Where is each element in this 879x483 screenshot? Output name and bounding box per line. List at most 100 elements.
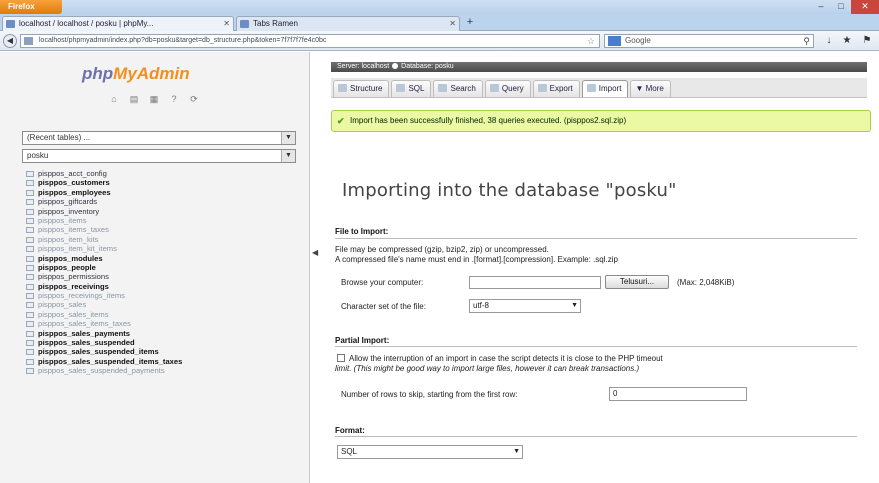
query-window-icon[interactable]: ▤ [128, 94, 140, 104]
minimize-icon[interactable]: – [811, 0, 831, 14]
close-tab-icon[interactable]: ✕ [223, 17, 230, 30]
table-list-item[interactable]: pisppos_sales_items [26, 310, 296, 319]
database-select[interactable]: posku ▼ [22, 149, 296, 163]
search-bar[interactable]: Google ⚲ [604, 34, 814, 48]
maximize-icon[interactable]: □ [831, 0, 851, 14]
table-list-item[interactable]: pisppos_customers [26, 178, 296, 187]
downloads-icon[interactable]: ↓ [822, 34, 836, 48]
table-list-item[interactable]: pisppos_sales_suspended_items [26, 347, 296, 356]
close-icon[interactable]: ✕ [851, 0, 879, 14]
bookmark-star-icon[interactable]: ☆ [587, 35, 595, 47]
search-icon [438, 84, 448, 92]
breadcrumb-server[interactable]: Server: localhost [337, 63, 389, 70]
bookmark-star-icon[interactable]: ★ [840, 34, 854, 48]
collapse-arrow-icon[interactable]: ◀ [312, 248, 318, 257]
tab-label: Import [598, 84, 622, 93]
format-select[interactable]: SQL ▼ [337, 445, 523, 459]
url-text: localhost/phpmyadmin/index.php?db=posku&… [39, 37, 327, 44]
skip-rows-input[interactable]: 0 [609, 387, 747, 401]
reload-icon[interactable]: ⟳ [188, 94, 200, 104]
tab-label: SQL [408, 84, 425, 93]
url-bar[interactable]: localhost/phpmyadmin/index.php?db=posku&… [20, 34, 600, 48]
close-tab-icon[interactable]: ✕ [449, 17, 456, 30]
table-icon [26, 180, 34, 187]
table-list-item[interactable]: pisppos_permissions [26, 272, 296, 281]
partial-import-heading: Partial Import: [335, 336, 390, 345]
structure-icon [338, 84, 347, 92]
search-placeholder: Google [625, 36, 651, 45]
tab-import[interactable]: Import [581, 80, 629, 97]
sql-icon[interactable]: ▦ [148, 94, 160, 104]
table-list-item[interactable]: pisppos_giftcards [26, 197, 296, 206]
table-list-item[interactable]: pisppos_items_taxes [26, 225, 296, 234]
browser-tab-second[interactable]: Tabs Ramen ✕ [236, 16, 460, 31]
sql-icon [396, 84, 406, 92]
table-list-item[interactable]: pisppos_people [26, 263, 296, 272]
table-name: pisppos_sales_suspended_items [38, 347, 159, 357]
compression-example: A compressed file's name must end in .[f… [335, 255, 618, 264]
table-name: pisppos_giftcards [38, 197, 98, 207]
tab-label: Search [450, 84, 476, 93]
table-name: pisppos_sales_suspended_items_taxes [38, 356, 183, 366]
divider [335, 346, 857, 347]
breadcrumb-database[interactable]: Database: posku [401, 63, 454, 70]
database-select-value: posku [27, 151, 49, 160]
panel-splitter[interactable]: ◀ [311, 52, 323, 483]
table-list-item[interactable]: pisppos_sales [26, 300, 296, 309]
browse-button[interactable]: Telusuri... [605, 275, 669, 289]
table-list-item[interactable]: pisppos_sales_suspended [26, 338, 296, 347]
table-list-item[interactable]: pisppos_modules [26, 254, 296, 263]
phpmyadmin-logo[interactable]: phpMyAdmin [82, 64, 190, 84]
file-import-heading: File to Import: [335, 227, 389, 236]
table-name: pisppos_inventory [38, 206, 100, 216]
tab-sql[interactable]: SQL [391, 80, 432, 97]
table-list-item[interactable]: pisppos_sales_suspended_items_taxes [26, 357, 296, 366]
table-list-item[interactable]: pisppos_sales_payments [26, 329, 296, 338]
tab-structure[interactable]: Structure [333, 80, 390, 97]
file-path-field[interactable] [469, 276, 601, 289]
search-engine-icon[interactable] [608, 36, 621, 46]
home-icon[interactable]: ⌂ [108, 94, 120, 104]
addons-icon[interactable]: ⚑ [860, 34, 874, 48]
table-icon [26, 293, 34, 300]
table-list-item[interactable]: pisppos_receivings [26, 282, 296, 291]
format-value: SQL [341, 447, 358, 456]
success-notice: ✔ Import has been successfully finished,… [331, 110, 871, 132]
chevron-down-icon: ▼ [635, 84, 646, 93]
new-tab-icon[interactable]: + [462, 16, 478, 31]
allow-interrupt-label: Allow the interruption of an import in c… [349, 354, 663, 363]
back-arrow-icon[interactable]: ◀ [3, 34, 17, 48]
table-list-item[interactable]: pisppos_item_kits [26, 235, 296, 244]
divider [335, 238, 857, 239]
table-name: pisppos_items [38, 215, 87, 225]
table-list-item[interactable]: pisppos_item_kit_items [26, 244, 296, 253]
tab-bar: localhost / localhost / posku | phpMy...… [0, 14, 879, 31]
recent-tables-select[interactable]: (Recent tables) ... ▼ [22, 131, 296, 145]
table-list-item[interactable]: pisppos_acct_config [26, 169, 296, 178]
docs-icon[interactable]: ? [168, 94, 180, 104]
table-list-item[interactable]: pisppos_employees [26, 188, 296, 197]
query-icon [489, 84, 499, 92]
table-icon [26, 330, 34, 337]
table-name: pisppos_people [38, 262, 96, 272]
table-list-item[interactable]: pisppos_sales_suspended_payments [26, 366, 296, 375]
allow-interrupt-checkbox[interactable] [337, 354, 345, 362]
notice-text: Import has been successfully finished, 3… [350, 116, 627, 125]
table-name: pisppos_item_kits [38, 234, 99, 244]
search-icon[interactable]: ⚲ [803, 35, 810, 47]
table-icon [26, 199, 34, 206]
charset-select[interactable]: utf-8 ▼ [469, 299, 581, 313]
tab-more[interactable]: ▼ More [630, 80, 671, 97]
tab-query[interactable]: Query [484, 80, 531, 97]
table-list-item[interactable]: pisppos_inventory [26, 207, 296, 216]
site-identity-icon[interactable] [24, 37, 33, 45]
browser-tab-phpmyadmin[interactable]: localhost / localhost / posku | phpMy...… [2, 16, 234, 31]
firefox-menu-button[interactable]: Firefox [0, 0, 62, 14]
allow-interrupt-note: limit. (This might be good way to import… [335, 364, 640, 373]
tab-search[interactable]: Search [433, 80, 483, 97]
table-list-item[interactable]: pisppos_sales_items_taxes [26, 319, 296, 328]
chevron-down-icon: ▼ [571, 302, 578, 309]
table-list-item[interactable]: pisppos_items [26, 216, 296, 225]
tab-export[interactable]: Export [532, 80, 580, 97]
table-list-item[interactable]: pisppos_receivings_items [26, 291, 296, 300]
